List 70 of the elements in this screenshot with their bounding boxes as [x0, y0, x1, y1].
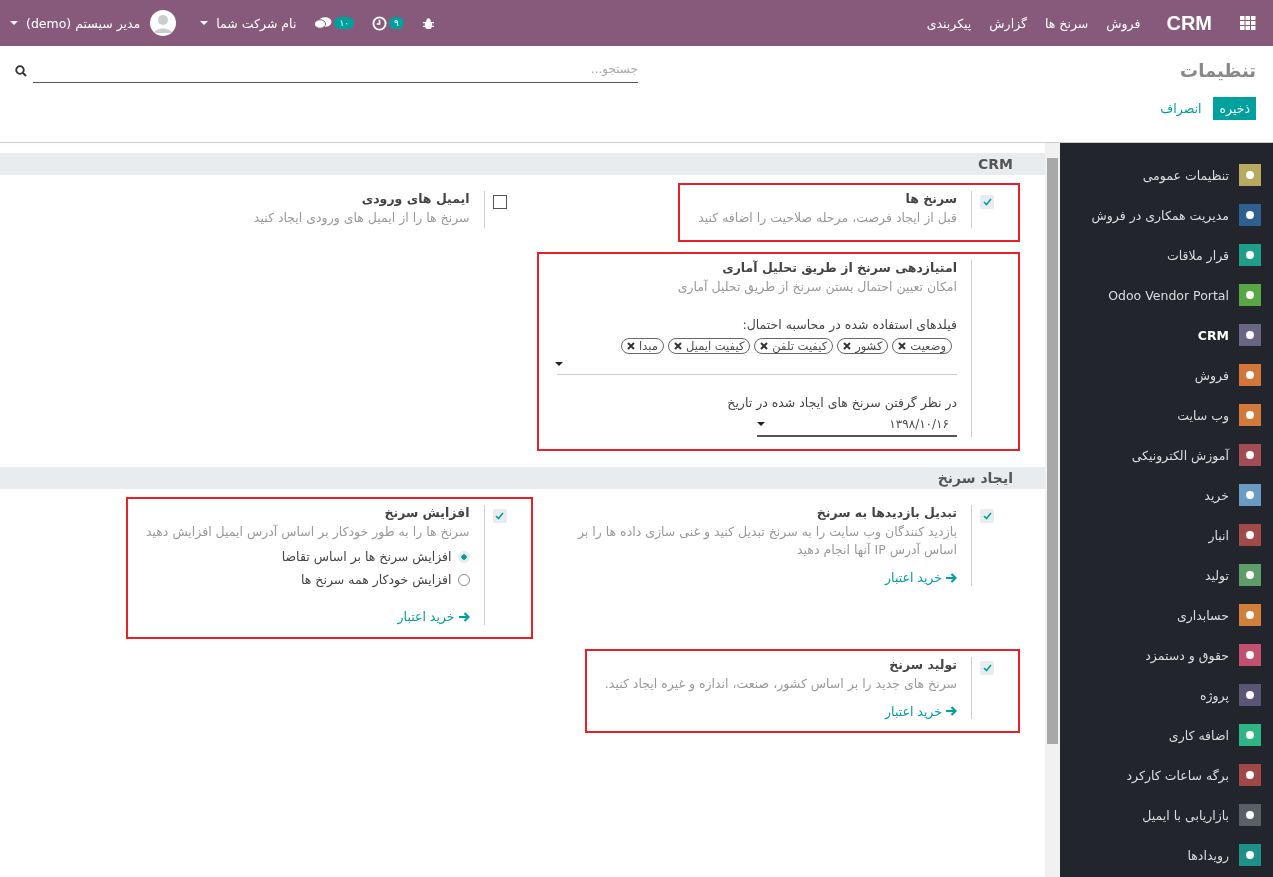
activity-count-badge: ۹: [389, 17, 404, 29]
sidebar-item[interactable]: بازاریابی با ایمیل: [1060, 795, 1273, 835]
caret-icon: [757, 421, 765, 426]
nav-menu-item[interactable]: پیکربندی: [926, 15, 972, 31]
user-menu[interactable]: مدیر سیستم (demo): [10, 15, 141, 31]
sidebar-item[interactable]: قرار ملاقات: [1060, 235, 1273, 275]
arrow-right-icon: [946, 706, 957, 716]
sidebar-item[interactable]: حقوق و دستمزد: [1060, 635, 1273, 675]
sidebar-item[interactable]: برگه ساعات کارکرد: [1060, 755, 1273, 795]
sidebar-item[interactable]: خرید: [1060, 475, 1273, 515]
sidebar-item[interactable]: حسابداری: [1060, 595, 1273, 635]
remove-icon[interactable]: [843, 341, 852, 350]
avatar-silhouette-icon[interactable]: [150, 10, 177, 36]
sidebar-item[interactable]: تولید: [1060, 555, 1273, 595]
sidebar-item[interactable]: مدیریت همکاری در فروش: [1060, 195, 1273, 235]
caret-icon: [10, 21, 18, 25]
arrow-right-icon: [946, 572, 957, 583]
scrollbar[interactable]: [1045, 143, 1060, 877]
nav-menu-item[interactable]: سرنخ ها: [1045, 15, 1089, 31]
section-header: ایجاد سرنخ: [0, 466, 1045, 489]
remove-icon[interactable]: [673, 341, 682, 350]
remove-icon[interactable]: [760, 341, 769, 350]
bug-icon[interactable]: [421, 16, 435, 30]
sidebar-item[interactable]: آموزش الکترونیکی: [1060, 435, 1273, 475]
setting-description: امکان تعیین احتمال بستن سرنخ از طریق تحلیل آماری: [676, 277, 957, 297]
caret-icon[interactable]: [555, 361, 563, 366]
checkbox[interactable]: [492, 195, 507, 209]
chat-icon[interactable]: [314, 16, 333, 30]
search-field[interactable]: جستجو...: [33, 58, 638, 83]
field-label: فیلدهای استفاده شده در محاسبه احتمال:: [741, 316, 957, 332]
tags-field[interactable]: وضعیت کشور کیفیت تلفن کیفیت ایمیل مبدا: [557, 331, 957, 375]
section-header: CRM: [0, 153, 1045, 175]
sidebar-item[interactable]: فروش: [1060, 355, 1273, 395]
remove-icon[interactable]: [627, 341, 636, 350]
radio-button[interactable]: [457, 573, 470, 586]
sidebar-item[interactable]: انبار: [1060, 515, 1273, 555]
sidebar-item[interactable]: رویدادها: [1060, 835, 1273, 875]
caret-icon: [200, 21, 209, 25]
sidebar-item[interactable]: پروژه: [1060, 675, 1273, 715]
sidebar-item[interactable]: CRM: [1060, 315, 1273, 355]
message-count-badge: ۱۰: [334, 17, 355, 29]
sidebar-item[interactable]: وب سایت: [1060, 395, 1273, 435]
setting-description: قبل از ایجاد فرصت، مرحله صلاحیت را اضافه کنید: [698, 209, 957, 228]
setting-title: تبدیل بازدیدها به سرنخ: [815, 504, 957, 520]
setting-title: امتیازدهی سرنخ از طریق تحلیل آماری: [721, 259, 957, 275]
sidebar-item[interactable]: اضافه کاری: [1060, 715, 1273, 755]
setting-title: ایمیل های ورودی: [360, 191, 470, 206]
setting-description: بازدید کنندگان وب سایت را به سرنخ تبدیل کنید و غنی سازی داده ها را بر اساس آدرس IP آنها انجام دهید: [576, 522, 957, 560]
sidebar-item[interactable]: تنظیمات عمومی: [1060, 155, 1273, 195]
clock-icon[interactable]: [372, 15, 388, 31]
page-title: تنظیمات: [1180, 60, 1256, 81]
arrow-right-icon: [458, 611, 470, 622]
radio-label: افزایش سرنخ ها بر اساس تقاضا: [281, 549, 452, 565]
setting-title: تولید سرنخ: [888, 656, 957, 672]
radio-label: افزایش خودکار همه سرنخ ها: [301, 572, 452, 588]
nav-menu-item[interactable]: گزارش: [989, 15, 1027, 31]
setting-description: سرنخ های جدید را بر اساس کشور، صنعت، اندازه و غیره ایجاد کنید.: [604, 674, 957, 694]
app-brand[interactable]: CRM: [1166, 11, 1212, 35]
field-label: در نظر گرفتن سرنخ های ایجاد شده در تاریخ: [726, 394, 957, 410]
setting-description: سرنخ ها را از ایمیل های ورودی ایجاد کنید: [253, 209, 470, 228]
sidebar-item[interactable]: Odoo Vendor Portal: [1060, 275, 1273, 315]
search-icon[interactable]: [15, 64, 27, 77]
remove-icon[interactable]: [898, 341, 907, 350]
company-switcher[interactable]: نام شرکت شما: [200, 15, 297, 31]
nav-menu-item[interactable]: فروش: [1106, 15, 1141, 31]
setting-title: افزایش سرنخ: [383, 504, 470, 520]
setting-title: سرنخ ها: [904, 191, 957, 206]
apps-grid-icon[interactable]: [1240, 16, 1256, 30]
setting-description: سرنخ ها را به طور خودکار بر اساس آدرس ایمیل افزایش دهید: [145, 522, 470, 542]
date-field[interactable]: ۱۳۹۸/۱۰/۱۶: [757, 412, 957, 437]
